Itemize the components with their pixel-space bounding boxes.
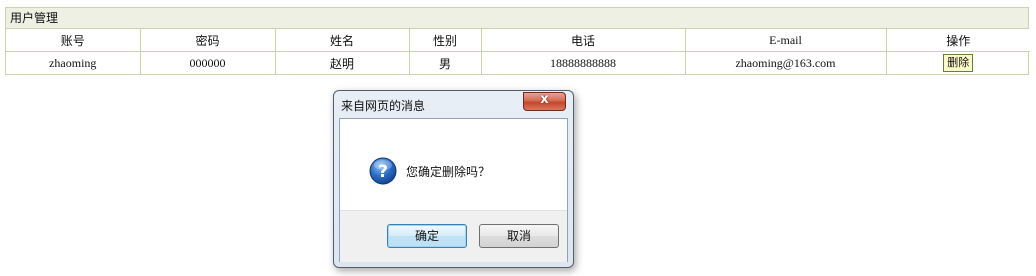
column-header-password: 密码 xyxy=(139,29,276,52)
svg-text:?: ? xyxy=(378,162,388,182)
table-row: zhaoming 000000 赵明 男 18888888888 zhaomin… xyxy=(6,51,1030,74)
question-icon: ? xyxy=(369,157,397,185)
cell-gender: 男 xyxy=(408,51,482,74)
dialog-footer: 确定 取消 xyxy=(340,210,567,262)
cell-email: zhaoming@163.com xyxy=(684,51,887,74)
column-header-account: 账号 xyxy=(6,29,141,52)
cancel-button[interactable]: 取消 xyxy=(479,224,559,248)
cell-phone: 18888888888 xyxy=(480,51,686,74)
delete-button[interactable]: 删除 xyxy=(943,54,974,72)
table-header-row: 账号 密码 姓名 性别 电话 E-mail 操作 xyxy=(6,29,1030,52)
dialog-close-button[interactable]: x xyxy=(523,92,566,111)
cell-name: 赵明 xyxy=(274,51,410,74)
cell-action: 删除 xyxy=(885,51,1030,74)
close-icon: x xyxy=(540,92,549,107)
user-management-panel: 用户管理 账号 密码 姓名 性别 电话 E-mail 操作 zhaoming 0… xyxy=(5,7,1030,75)
user-table: 账号 密码 姓名 性别 电话 E-mail 操作 zhaoming 000000… xyxy=(6,29,1030,74)
dialog-title: 来自网页的消息 xyxy=(341,99,426,113)
ok-button[interactable]: 确定 xyxy=(387,224,467,248)
column-header-phone: 电话 xyxy=(480,29,686,52)
column-header-action: 操作 xyxy=(885,29,1030,52)
column-header-gender: 性别 xyxy=(408,29,482,52)
dialog-message: 您确定删除吗？ xyxy=(406,165,491,179)
column-header-email: E-mail xyxy=(684,29,887,52)
column-header-name: 姓名 xyxy=(274,29,410,52)
panel-title: 用户管理 xyxy=(6,8,1028,29)
dialog-body: ? 您确定删除吗？ 确定 取消 xyxy=(339,118,568,262)
cell-account: zhaoming xyxy=(6,51,141,74)
confirm-dialog: 来自网页的消息 x ? 您确定删除吗？ 确定 取消 xyxy=(333,90,574,268)
cell-password: 000000 xyxy=(139,51,276,74)
